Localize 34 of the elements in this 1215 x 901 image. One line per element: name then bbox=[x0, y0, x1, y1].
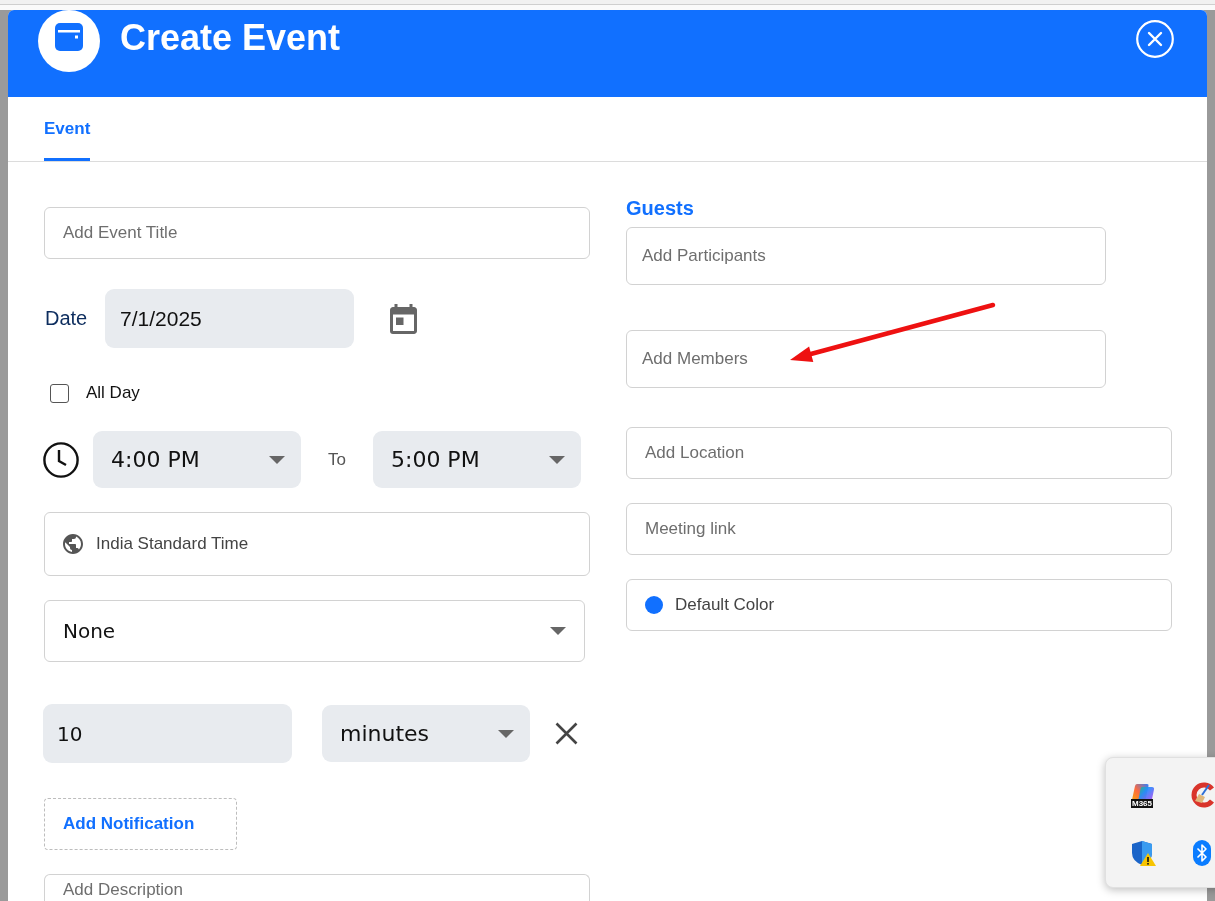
date-field[interactable]: 7/1/2025 bbox=[105, 289, 354, 348]
date-label: Date bbox=[44, 307, 89, 330]
event-title-field[interactable]: Add Event Title bbox=[44, 207, 590, 259]
app-badge-label: M365 bbox=[1131, 799, 1153, 808]
end-time-select[interactable]: 5:00 PM bbox=[372, 431, 581, 488]
color-select[interactable]: Default Color bbox=[626, 579, 1172, 631]
close-icon[interactable] bbox=[555, 722, 578, 745]
timezone-field[interactable]: India Standard Time bbox=[44, 512, 590, 576]
guest-input-field[interactable]: Add Participants bbox=[626, 227, 1106, 285]
all-day-label: All Day bbox=[86, 383, 140, 403]
caret-icon bbox=[548, 455, 565, 464]
tab[interactable]: Event bbox=[44, 97, 91, 161]
clock-icon bbox=[43, 441, 79, 478]
caret-icon bbox=[269, 455, 285, 464]
description-field[interactable]: Add Description bbox=[44, 874, 590, 901]
dialog-title: Create Event bbox=[120, 16, 341, 60]
dropdown-select[interactable]: None bbox=[44, 600, 585, 662]
c-brush-icon[interactable] bbox=[1190, 782, 1214, 808]
guest-input-field[interactable]: Add Members bbox=[626, 330, 1106, 388]
calendar-icon[interactable] bbox=[390, 303, 417, 334]
bluetooth-icon[interactable] bbox=[1193, 840, 1211, 866]
caret-icon bbox=[550, 627, 566, 635]
caret-icon bbox=[498, 729, 514, 738]
amount-field[interactable]: 10 bbox=[43, 704, 292, 763]
start-time-select[interactable]: 4:00 PM bbox=[93, 431, 301, 488]
input-field[interactable]: Meeting link bbox=[626, 503, 1172, 555]
shield-warning-icon[interactable] bbox=[1130, 840, 1156, 866]
guests-heading: Guests bbox=[626, 196, 694, 220]
to-label: To bbox=[328, 449, 346, 470]
unit-select[interactable]: minutes bbox=[322, 705, 530, 762]
all-day-checkbox[interactable] bbox=[50, 383, 69, 403]
globe-icon bbox=[63, 534, 83, 554]
add-notification-button[interactable]: Add Notification bbox=[44, 798, 237, 850]
input-field[interactable]: Add Location bbox=[626, 427, 1172, 479]
